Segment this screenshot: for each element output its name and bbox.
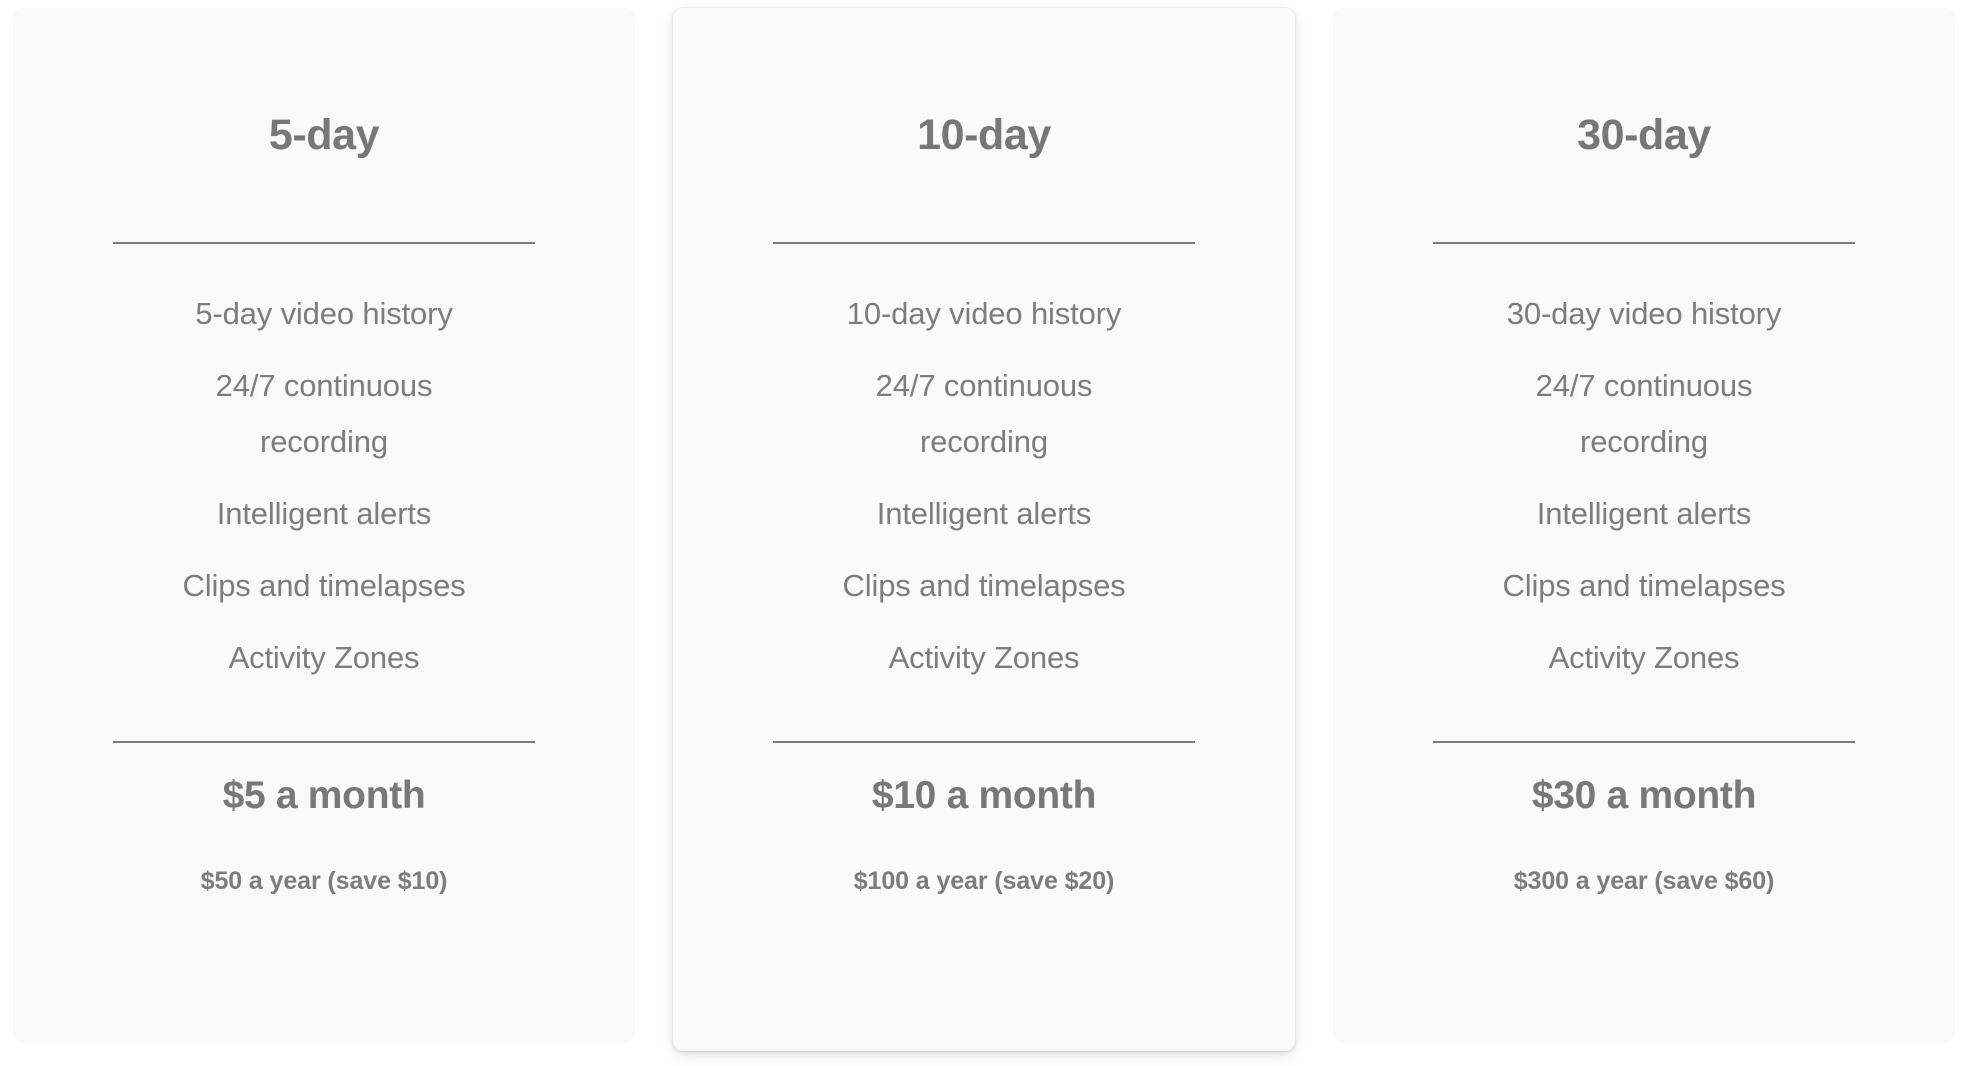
pricing-card-10-day[interactable]: 10-day 10-day video history 24/7 continu… (673, 8, 1295, 1051)
feature-item: Clips and timelapses (182, 568, 466, 603)
feature-item: 10-day video history (846, 296, 1122, 331)
divider-above-features (773, 242, 1195, 244)
feature-item: Clips and timelapses (842, 568, 1126, 603)
plan-title: 10-day (917, 111, 1051, 159)
feature-item: Intelligent alerts (876, 496, 1092, 531)
pricing-plans-container: 5-day 5-day video history 24/7 continuou… (0, 0, 1972, 1066)
feature-item: Intelligent alerts (1536, 496, 1752, 531)
feature-list: 10-day video history 24/7 continuous rec… (721, 286, 1247, 686)
feature-item: Activity Zones (888, 640, 1080, 675)
price-monthly: $30 a month (1531, 774, 1757, 817)
feature-item: Activity Zones (228, 640, 420, 675)
feature-list: 30-day video history 24/7 continuous rec… (1381, 286, 1907, 686)
feature-item: 24/7 continuous recording (875, 368, 1093, 459)
divider-above-price (113, 741, 535, 743)
feature-item: 24/7 continuous recording (1535, 368, 1753, 459)
price-monthly: $5 a month (222, 774, 426, 817)
divider-above-price (773, 741, 1195, 743)
pricing-card-5-day[interactable]: 5-day 5-day video history 24/7 continuou… (13, 8, 635, 1043)
price-yearly: $300 a year (save $60) (1513, 867, 1775, 895)
price-monthly: $10 a month (871, 774, 1097, 817)
plan-title: 30-day (1577, 111, 1711, 159)
price-yearly: $50 a year (save $10) (200, 867, 448, 895)
divider-above-features (113, 242, 535, 244)
feature-item: 5-day video history (195, 296, 453, 331)
feature-item: 24/7 continuous recording (215, 368, 433, 459)
divider-above-features (1433, 242, 1855, 244)
pricing-card-30-day[interactable]: 30-day 30-day video history 24/7 continu… (1333, 8, 1955, 1043)
feature-item: Clips and timelapses (1502, 568, 1786, 603)
divider-above-price (1433, 741, 1855, 743)
feature-list: 5-day video history 24/7 continuous reco… (61, 286, 587, 686)
plan-title: 5-day (268, 111, 380, 159)
feature-item: 30-day video history (1506, 296, 1782, 331)
feature-item: Activity Zones (1548, 640, 1740, 675)
price-yearly: $100 a year (save $20) (853, 867, 1115, 895)
feature-item: Intelligent alerts (216, 496, 432, 531)
